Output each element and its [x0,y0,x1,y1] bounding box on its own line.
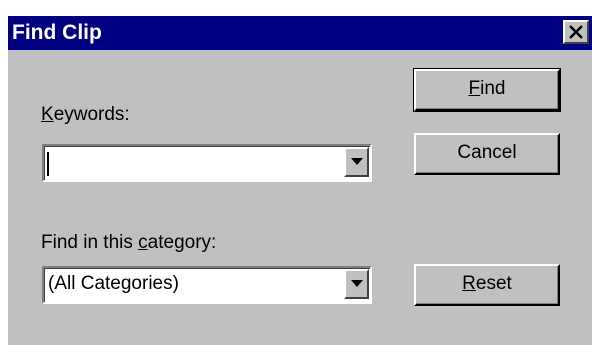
category-label: Find in this category: [41,232,217,253]
keywords-combobox[interactable] [42,144,372,182]
find-clip-dialog: Find Clip Keywords: Find in this categor… [6,14,592,345]
text-caret [47,152,49,176]
cancel-button[interactable]: Cancel [414,133,560,175]
window-title: Find Clip [12,21,102,44]
category-combobox[interactable]: (All Categories) [42,266,372,304]
keywords-label: Keywords: [41,104,130,125]
close-icon [569,25,583,39]
reset-button[interactable]: Reset [414,264,560,306]
close-button[interactable] [563,20,589,44]
category-select-value: (All Categories) [48,273,179,294]
chevron-down-icon [351,280,363,287]
title-bar: Find Clip [8,16,592,50]
find-button[interactable]: Find [413,68,561,112]
keywords-dropdown-button[interactable] [344,147,369,177]
category-dropdown-button[interactable] [344,269,369,299]
chevron-down-icon [351,158,363,165]
